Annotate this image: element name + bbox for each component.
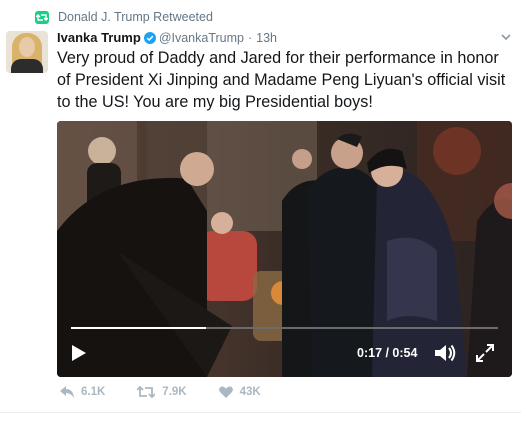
avatar[interactable]	[6, 31, 48, 73]
author-display-name[interactable]: Ivanka Trump	[57, 30, 141, 45]
retweet-count: 7.9K	[162, 386, 187, 398]
tweet-actions: 6.1K 7.9K 43K	[60, 386, 293, 398]
reply-count: 6.1K	[81, 386, 106, 398]
retweet-label[interactable]: Donald J. Trump Retweeted	[58, 10, 213, 24]
heart-icon	[218, 386, 233, 398]
tweet-text: Very proud of Daddy and Jared for their …	[57, 49, 506, 111]
video-player[interactable]: 0:17 / 0:54	[57, 121, 512, 377]
like-button[interactable]: 43K	[218, 386, 261, 398]
tweet-divider	[0, 412, 521, 413]
verified-badge-icon	[143, 31, 156, 44]
reply-icon	[60, 386, 74, 398]
author-row: Ivanka Trump @IvankaTrump · 13h	[57, 30, 277, 45]
video-timecode: 0:17 / 0:54	[357, 346, 418, 360]
video-progress-fill	[71, 327, 206, 329]
retweet-header: Donald J. Trump Retweeted	[35, 10, 213, 24]
fullscreen-icon[interactable]	[475, 343, 495, 363]
video-progress-bar[interactable]	[71, 327, 498, 329]
reply-button[interactable]: 6.1K	[60, 386, 105, 398]
like-count: 43K	[239, 386, 261, 398]
video-frame	[57, 121, 512, 377]
tweet-timestamp[interactable]: 13h	[256, 31, 277, 45]
author-handle[interactable]: @IvankaTrump	[159, 31, 244, 45]
chevron-down-icon[interactable]	[499, 30, 513, 44]
play-icon[interactable]	[72, 345, 86, 361]
retweet-button[interactable]: 7.9K	[137, 386, 187, 398]
separator-dot: ·	[247, 30, 253, 45]
retweet-icon	[35, 10, 49, 24]
volume-icon[interactable]	[435, 343, 457, 363]
retweet-action-icon	[137, 386, 156, 398]
